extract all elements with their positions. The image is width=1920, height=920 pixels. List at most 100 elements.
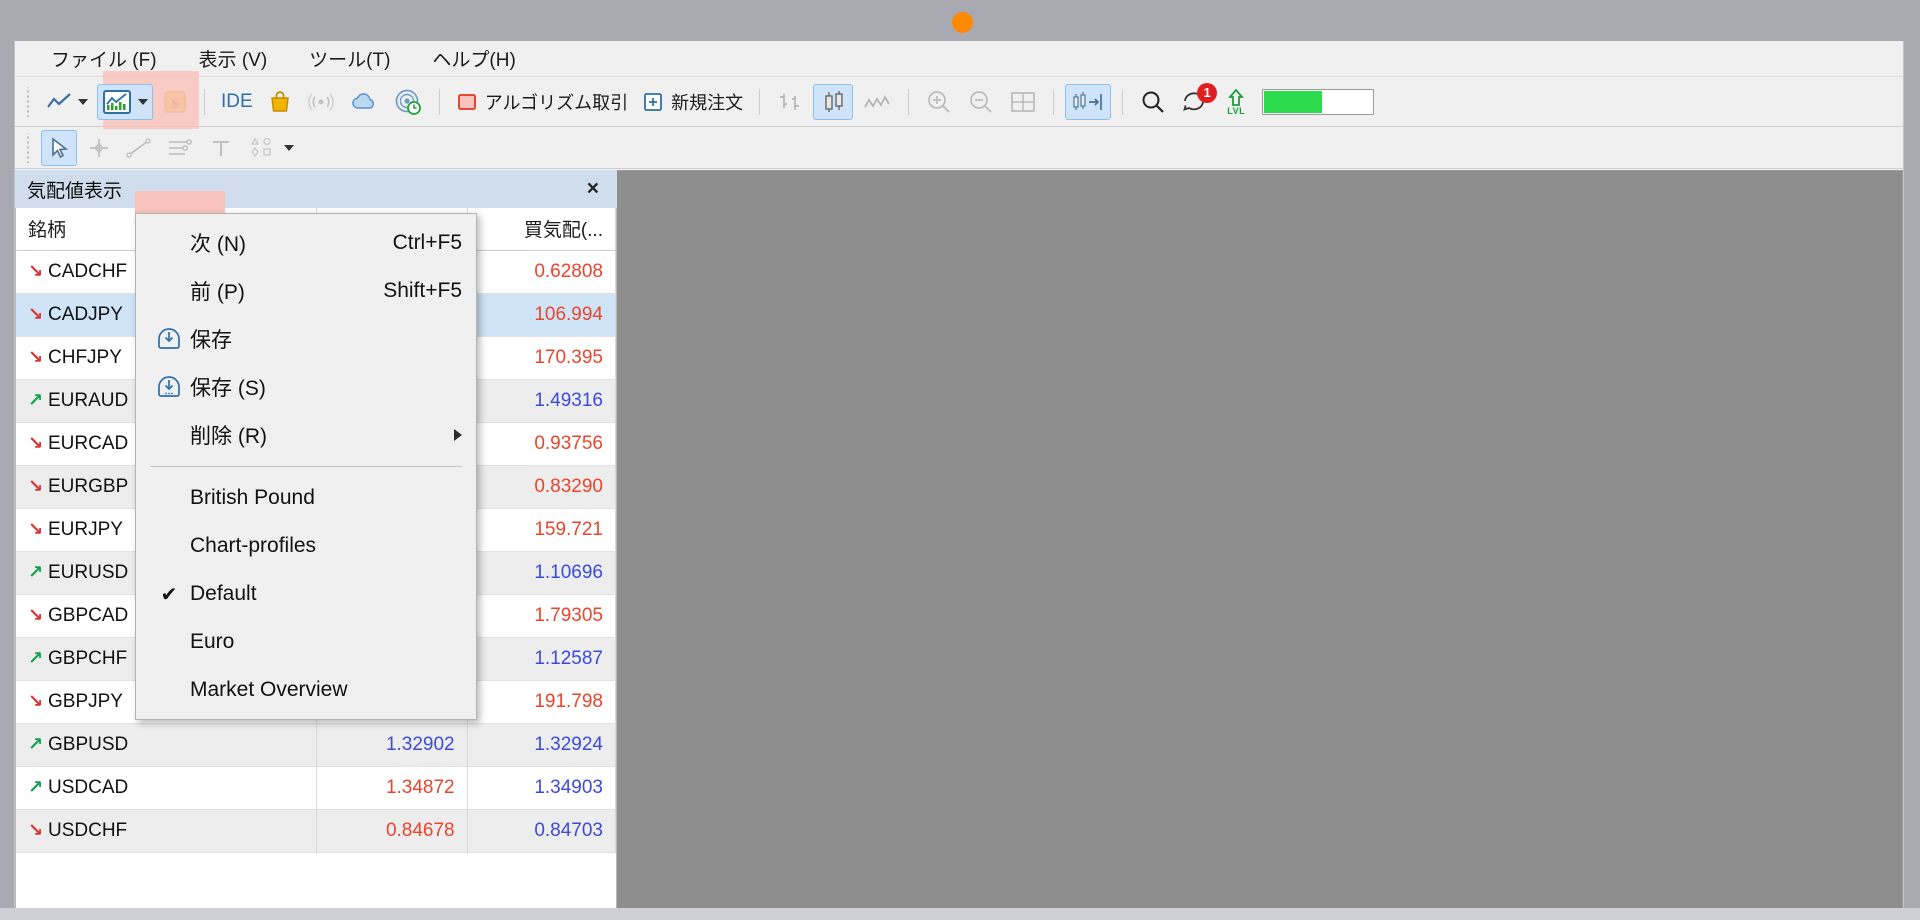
direction-arrow-icon: ↘ <box>28 519 48 540</box>
menu-item-label: 保存 <box>190 324 462 354</box>
levels-tool-button[interactable] <box>161 130 199 166</box>
close-icon[interactable]: × <box>579 177 607 201</box>
symbol-label: CADCHF <box>48 261 127 282</box>
new-order-button[interactable]: 新規注文 <box>637 84 748 120</box>
toolbar-grip[interactable] <box>23 87 35 117</box>
cell-bid: 0.84678 <box>317 809 467 852</box>
direction-arrow-icon: ↘ <box>28 261 48 282</box>
bottom-strip <box>0 908 1920 920</box>
application-window: ファイル (F) 表示 (V) ツール(T) ヘルプ(H) <box>14 41 1904 913</box>
dd-profile-chart-profiles[interactable]: Chart-profiles <box>136 522 476 570</box>
toolbar-separator <box>1122 89 1123 115</box>
direction-arrow-icon: ↗ <box>28 777 48 798</box>
chart-area[interactable] <box>617 170 1903 912</box>
dd-profile-british-pound[interactable]: British Pound <box>136 474 476 522</box>
chevron-down-icon <box>138 99 148 105</box>
column-header-ask[interactable]: 買気配(... <box>467 208 615 250</box>
zoom-in-icon <box>925 88 953 116</box>
cell-ask: 1.32924 <box>467 723 615 766</box>
dd-previous[interactable]: 前 (P) Shift+F5 <box>136 267 476 315</box>
cell-symbol: ↗USDCAD <box>16 766 317 809</box>
shapes-tool-button[interactable] <box>243 130 299 166</box>
line-chart-button[interactable] <box>857 84 897 120</box>
highlight-band <box>135 191 225 215</box>
toolbar-separator <box>908 89 909 115</box>
ide-button[interactable]: IDE <box>216 84 258 120</box>
progress-bar-fill <box>1264 91 1322 113</box>
table-row[interactable]: ↗USDCAD1.348721.34903 <box>16 766 616 809</box>
cell-ask: 0.83290 <box>467 465 615 508</box>
chart-profile-icon <box>102 89 132 115</box>
table-row[interactable]: ↗GBPUSD1.329021.32924 <box>16 723 616 766</box>
market-watch-titlebar: 気配値表示 × <box>15 170 617 208</box>
menu-item-shortcut: Ctrl+F5 <box>393 231 462 255</box>
menu-item-label: 削除 (R) <box>190 420 444 450</box>
menu-item-icon <box>148 326 190 352</box>
algo-trading-button[interactable]: アルゴリズム取引 <box>451 84 633 120</box>
menu-item-shortcut: Shift+F5 <box>383 279 462 303</box>
direction-arrow-icon: ↘ <box>28 476 48 497</box>
shapes-icon <box>248 135 278 161</box>
menu-item-label: Chart-profiles <box>190 534 462 558</box>
signals-button[interactable] <box>302 84 340 120</box>
market-button[interactable] <box>262 84 298 120</box>
auto-scroll-button[interactable] <box>1065 84 1111 120</box>
dd-save[interactable]: 保存 <box>136 315 476 363</box>
ide-label: IDE <box>221 91 253 113</box>
menu-view[interactable]: 表示 (V) <box>185 42 282 75</box>
menu-help[interactable]: ヘルプ(H) <box>418 42 529 75</box>
candlestick-icon <box>818 88 848 116</box>
cursor-tool-button[interactable] <box>41 130 77 166</box>
notifications-button[interactable]: 1 <box>1176 84 1214 120</box>
cell-ask: 0.93756 <box>467 422 615 465</box>
chart-profiles-dropdown: 次 (N) Ctrl+F5 前 (P) Shift+F5 保存保存 (S) 削除 (R) B… <box>135 213 477 720</box>
vps-icon <box>393 88 423 116</box>
crosshair-tool-button[interactable] <box>81 130 117 166</box>
menu-item-icon <box>148 374 190 400</box>
progress-bar <box>1262 89 1374 115</box>
dd-delete[interactable]: 削除 (R) <box>136 411 476 459</box>
menu-item-label: 前 (P) <box>190 276 365 306</box>
cloud-button[interactable] <box>344 84 384 120</box>
dd-profile-euro[interactable]: Euro <box>136 618 476 666</box>
zoom-out-button[interactable] <box>962 84 1000 120</box>
dd-next[interactable]: 次 (N) Ctrl+F5 <box>136 219 476 267</box>
dd-profile-default[interactable]: ✔Default <box>136 570 476 618</box>
lvl-icon <box>1225 88 1247 108</box>
direction-arrow-icon: ↘ <box>28 820 48 841</box>
direction-arrow-icon: ↘ <box>28 433 48 454</box>
zoom-in-button[interactable] <box>920 84 958 120</box>
trendline-tool-button[interactable] <box>121 130 157 166</box>
main-toolbar: $ IDE <box>15 77 1903 127</box>
table-row[interactable]: ↘USDCHF0.846780.84703 <box>16 809 616 852</box>
algo-trading-label: アルゴリズム取引 <box>485 89 628 115</box>
dd-save-as[interactable]: 保存 (S) <box>136 363 476 411</box>
auto-scroll-icon <box>1070 89 1106 115</box>
toolbar-separator <box>759 89 760 115</box>
dd-profile-market-overview[interactable]: Market Overview <box>136 666 476 714</box>
symbol-label: GBPUSD <box>48 734 128 755</box>
tile-windows-button[interactable] <box>1004 84 1042 120</box>
menu-item-label: 次 (N) <box>190 228 375 258</box>
lvl-button[interactable]: LVL <box>1218 84 1254 120</box>
cell-ask: 106.994 <box>467 293 615 336</box>
vps-button[interactable] <box>388 84 428 120</box>
toolbar-grip[interactable] <box>23 133 35 163</box>
bar-chart-button[interactable] <box>771 84 809 120</box>
direction-arrow-icon: ↘ <box>28 347 48 368</box>
notification-badge: 1 <box>1197 83 1217 103</box>
menu-bar: ファイル (F) 表示 (V) ツール(T) ヘルプ(H) <box>15 41 1903 77</box>
menu-tools[interactable]: ツール(T) <box>295 42 404 75</box>
objects-toolbar <box>15 127 1903 169</box>
submenu-arrow-icon <box>454 429 462 441</box>
algo-trading-icon <box>456 91 478 113</box>
symbol-label: EURCAD <box>48 433 128 454</box>
text-tool-button[interactable] <box>203 130 239 166</box>
chart-profiles-button[interactable] <box>97 84 153 120</box>
menu-item-label: British Pound <box>190 486 462 510</box>
new-chart-button[interactable] <box>41 84 93 120</box>
tile-windows-icon <box>1009 90 1037 114</box>
window-title-dot <box>952 12 973 33</box>
search-button[interactable] <box>1134 84 1172 120</box>
candlestick-chart-button[interactable] <box>813 84 853 120</box>
